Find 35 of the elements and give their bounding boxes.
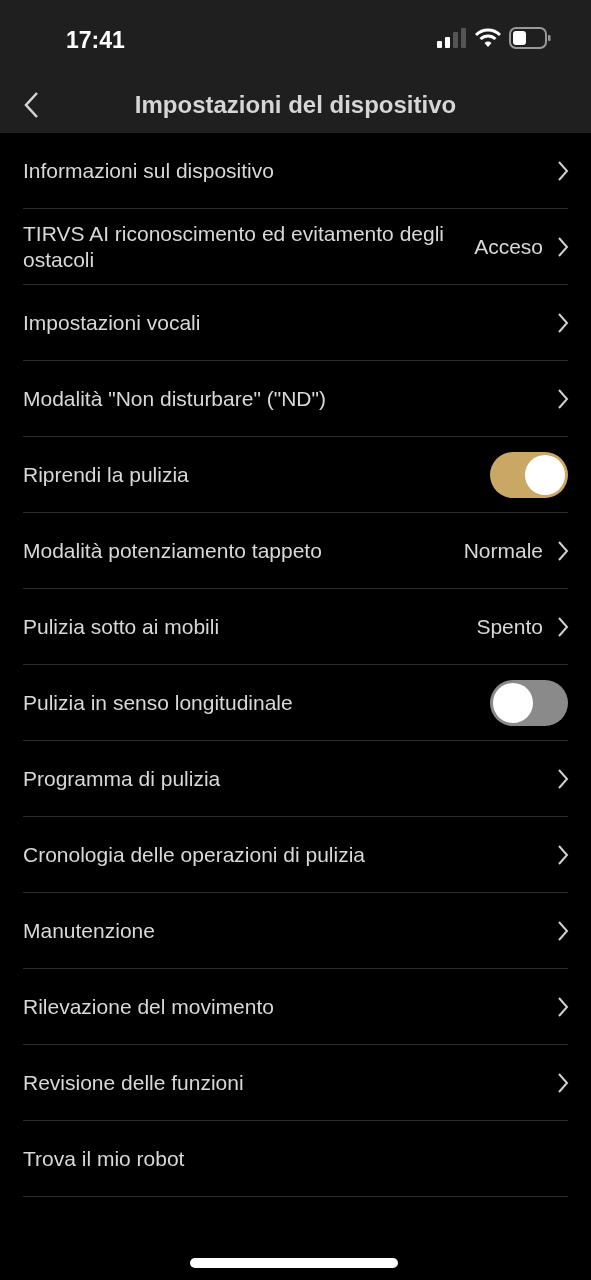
chevron-icon bbox=[557, 539, 569, 562]
signal-icon bbox=[437, 28, 467, 48]
wifi-icon bbox=[475, 28, 501, 48]
chevron-icon bbox=[557, 615, 569, 638]
setting-label: Riprendi la pulizia bbox=[23, 461, 190, 488]
status-time: 17:41 bbox=[66, 26, 125, 54]
setting-label: Modalità potenziamento tappeto bbox=[23, 537, 323, 564]
chevron-icon bbox=[557, 767, 569, 790]
setting-label: Manutenzione bbox=[23, 917, 156, 944]
setting-label: Trova il mio robot bbox=[23, 1145, 186, 1172]
setting-label: Programma di pulizia bbox=[23, 765, 222, 792]
chevron-icon bbox=[557, 1071, 569, 1094]
chevron-icon bbox=[557, 387, 569, 410]
chevron-icon bbox=[557, 235, 569, 258]
chevron-icon bbox=[557, 919, 569, 942]
setting-label: Pulizia in senso longitudinale bbox=[23, 689, 294, 716]
setting-value: Normale bbox=[463, 538, 543, 563]
chevron-icon bbox=[557, 995, 569, 1018]
setting-value: Spento bbox=[476, 614, 543, 639]
setting-label: Cronologia delle operazioni di pulizia bbox=[23, 841, 367, 868]
setting-label: TIRVS AI riconoscimento ed evitamento degli ostacoli bbox=[23, 220, 445, 273]
setting-label: Rilevazione del movimento bbox=[23, 993, 275, 1020]
setting-label: Informazioni sul dispositivo bbox=[23, 157, 275, 184]
chevron-icon bbox=[557, 311, 569, 334]
battery-icon bbox=[509, 27, 551, 49]
setting-label: Pulizia sotto ai mobili bbox=[23, 613, 221, 640]
chevron-icon bbox=[557, 843, 569, 866]
toggle-switch[interactable] bbox=[490, 451, 568, 498]
setting-label: Revisione delle funzioni bbox=[23, 1069, 245, 1096]
chevron-icon bbox=[557, 159, 569, 182]
setting-label: Impostazioni vocali bbox=[23, 309, 202, 336]
page-title: Impostazioni del dispositivo bbox=[134, 90, 457, 119]
toggle-switch[interactable] bbox=[490, 679, 568, 726]
setting-label: Modalità "Non disturbare" ("ND") bbox=[23, 385, 327, 412]
setting-value: Acceso bbox=[474, 234, 543, 259]
